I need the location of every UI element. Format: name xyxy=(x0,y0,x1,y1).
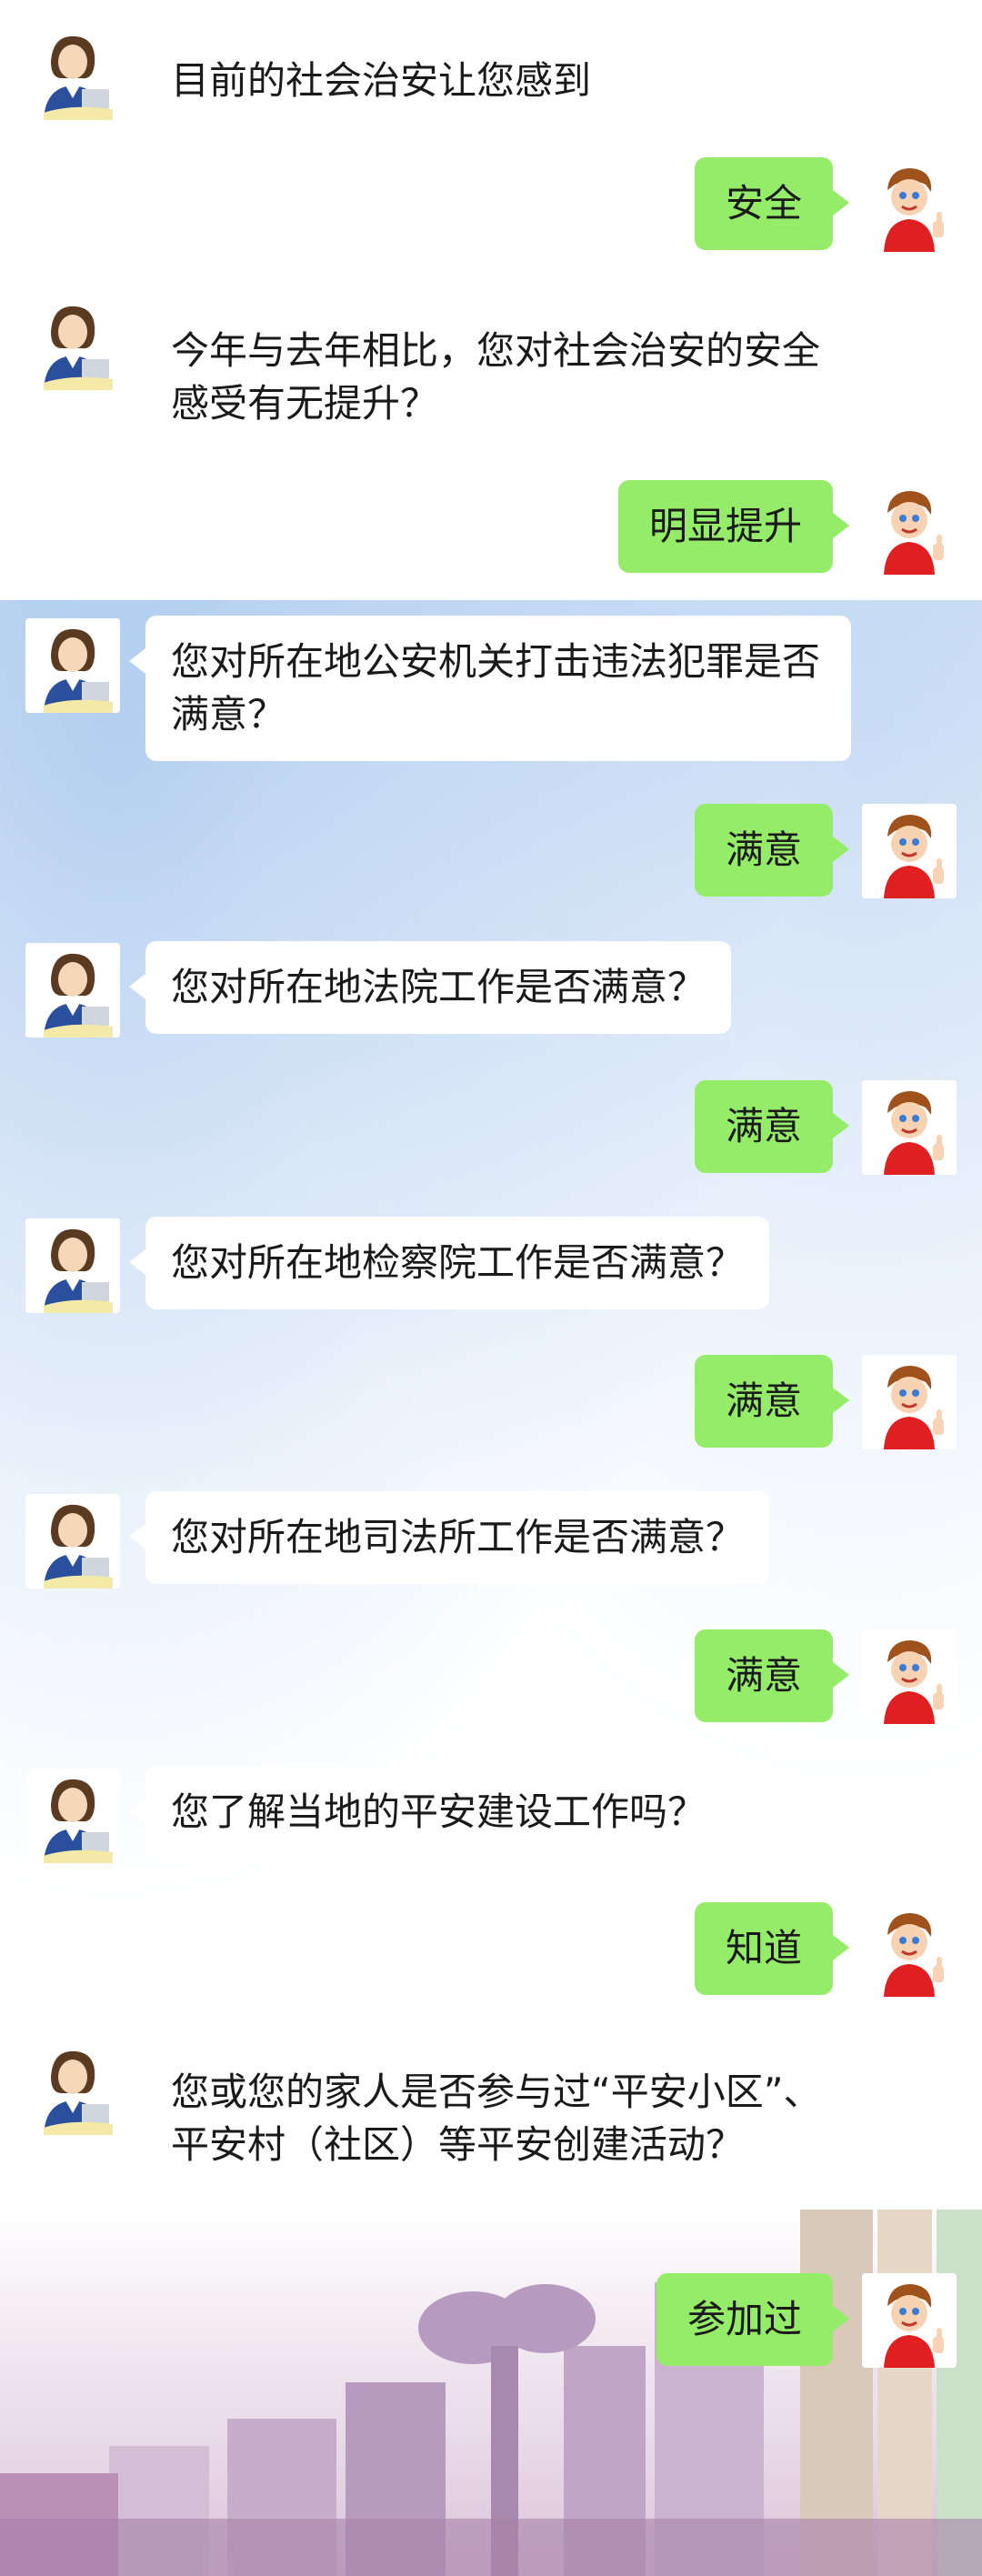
answer-bubble: 满意 xyxy=(694,1355,850,1448)
woman-agent-icon xyxy=(25,943,120,1037)
user-avatar xyxy=(862,2273,957,2368)
question-bubble: 您对所在地公安机关打击违法犯罪是否满意？ xyxy=(129,616,851,761)
answer-bubble: 安全 xyxy=(694,157,850,250)
question-bubble: 今年与去年相比，您对社会治安的安全感受有无提升？ xyxy=(129,305,851,450)
answer-bubble: 满意 xyxy=(694,804,850,897)
user-avatar xyxy=(862,804,957,898)
user-avatar xyxy=(862,1629,957,1724)
woman-agent-icon xyxy=(25,1218,120,1313)
question-bubble: 您了解当地的平安建设工作吗？ xyxy=(128,1766,732,1859)
background-cityscape xyxy=(0,2210,982,2576)
cityscape-illustration xyxy=(0,2210,982,2576)
boy-thumbs-up-icon xyxy=(862,1080,957,1175)
woman-agent-icon xyxy=(25,25,120,120)
user-avatar xyxy=(862,1902,957,1997)
question-bubble: 您对所在地法院工作是否满意？ xyxy=(128,941,732,1034)
question-bubble: 您对所在地检察院工作是否满意？ xyxy=(128,1217,770,1309)
boy-thumbs-up-icon xyxy=(862,2273,957,2368)
woman-agent-icon xyxy=(25,2040,120,2135)
agent-avatar xyxy=(25,2040,120,2135)
answer-bubble: 知道 xyxy=(694,1902,850,1995)
answer-bubble: 满意 xyxy=(694,1080,850,1173)
user-avatar xyxy=(862,1355,957,1449)
agent-avatar xyxy=(25,25,120,120)
question-bubble: 目前的社会治安让您感到 xyxy=(128,35,617,127)
boy-thumbs-up-icon xyxy=(862,1355,957,1449)
question-bubble: 您对所在地司法所工作是否满意？ xyxy=(128,1491,770,1584)
user-avatar xyxy=(862,480,957,575)
agent-avatar xyxy=(25,1494,120,1589)
woman-agent-icon xyxy=(25,1494,120,1589)
boy-thumbs-up-icon xyxy=(862,480,957,575)
agent-avatar xyxy=(25,1769,120,1863)
answer-bubble: 参加过 xyxy=(656,2273,850,2366)
woman-agent-icon xyxy=(25,1769,120,1863)
agent-avatar xyxy=(25,943,120,1037)
boy-thumbs-up-icon xyxy=(862,1902,957,1997)
agent-avatar xyxy=(25,618,120,713)
answer-bubble: 明显提升 xyxy=(617,480,850,573)
agent-avatar xyxy=(25,1218,120,1313)
boy-thumbs-up-icon xyxy=(862,1629,957,1724)
question-bubble: 您或您的家人是否参与过“平安小区”、平安村（社区）等平安创建活动？ xyxy=(129,2046,851,2191)
boy-thumbs-up-icon xyxy=(862,157,957,252)
agent-avatar xyxy=(25,296,120,390)
user-avatar xyxy=(862,157,957,252)
boy-thumbs-up-icon xyxy=(862,804,957,898)
woman-agent-icon xyxy=(25,296,120,390)
woman-agent-icon xyxy=(25,618,120,713)
user-avatar xyxy=(862,1080,957,1175)
answer-bubble: 满意 xyxy=(694,1629,850,1722)
